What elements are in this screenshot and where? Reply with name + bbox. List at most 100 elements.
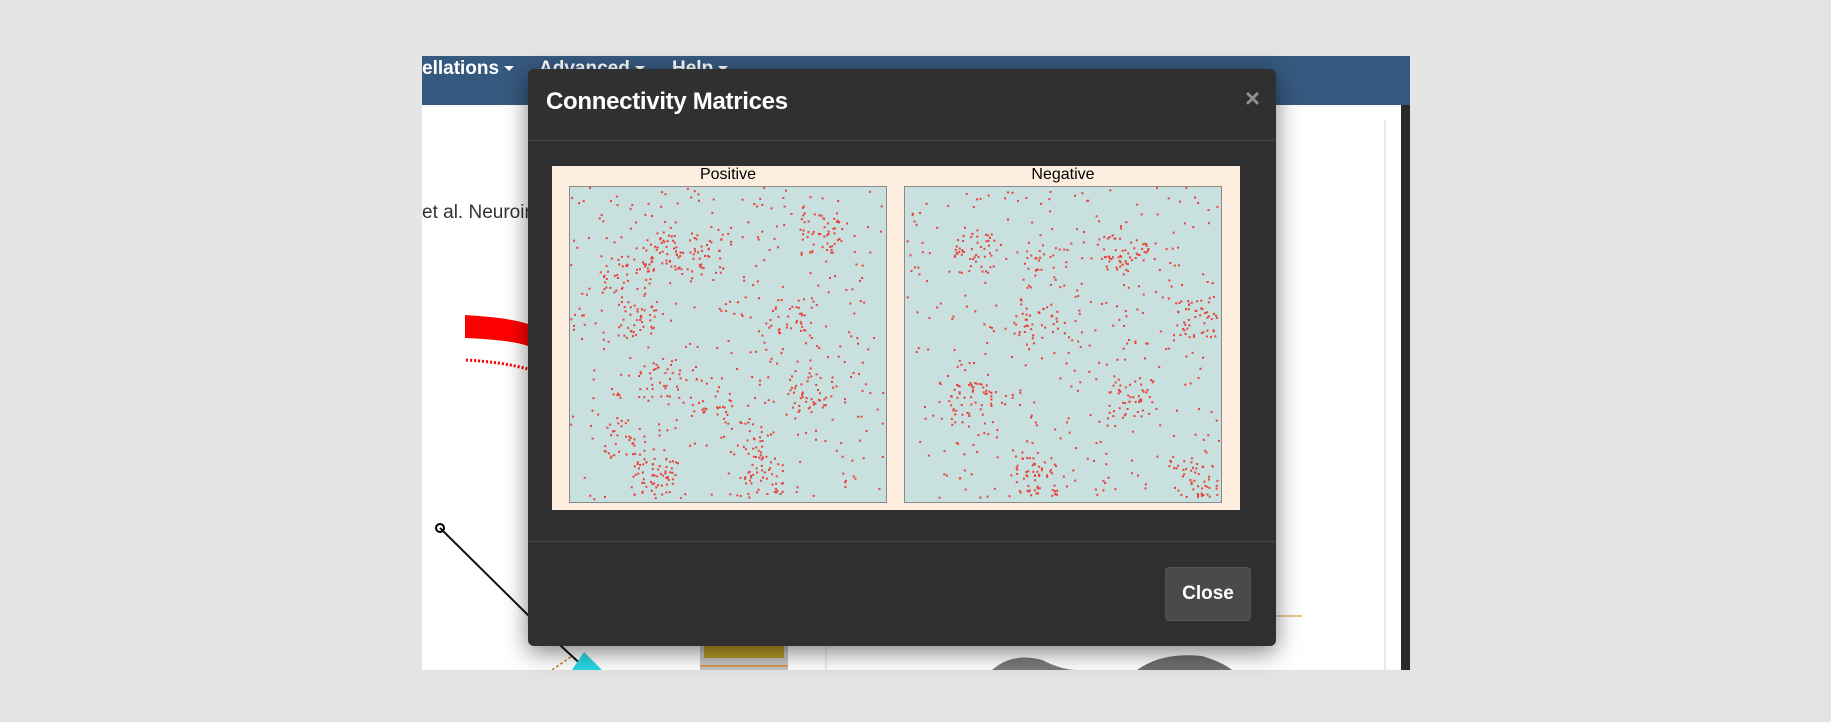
matrix-cell [1054,278,1057,281]
matrix-cell [981,413,984,416]
close-icon[interactable]: × [1245,85,1260,111]
matrix-cell [618,326,621,329]
matrix-cell [1204,312,1207,314]
matrix-cell [1216,205,1219,208]
matrix-cell [983,323,986,326]
matrix-cell [644,265,647,268]
matrix-cell [980,404,983,407]
matrix-cell [651,468,654,470]
close-button[interactable]: Close [1165,567,1251,621]
matrix-cell [1096,243,1099,246]
matrix-cell [827,230,830,233]
matrix-cell [639,453,641,456]
matrix-cell [1051,314,1054,317]
matrix-cell [715,271,717,274]
matrix-cell [990,395,993,398]
matrix-cell [719,271,722,274]
matrix-cell [655,486,658,489]
matrix-cell [1026,489,1029,492]
matrix-cell [662,231,665,234]
matrix-cell [974,401,977,404]
matrix-cell [642,246,645,249]
matrix-cell [750,482,753,485]
matrix-cell [996,456,999,459]
matrix-cell [676,254,678,256]
matrix-cell [581,292,584,295]
matrix-cell [1193,479,1196,482]
matrix-cell [669,226,672,229]
matrix-cell [919,440,922,443]
matrix-cell [774,457,776,460]
matrix-cell [1129,383,1132,386]
matrix-cell [989,266,992,269]
matrix-cell [1046,474,1049,477]
matrix-cell [806,236,809,239]
matrix-cell [642,261,645,264]
matrix-cell [635,221,637,224]
matrix-cell [618,263,621,266]
matrix-cell [763,187,766,190]
modal-header: Connectivity Matrices × [528,69,1276,141]
matrix-cell [760,458,763,461]
matrix-cell [853,250,856,253]
matrix-cell [990,233,993,236]
matrix-cell [781,464,784,467]
matrix-cell [792,406,794,409]
matrix-cell [1033,489,1036,492]
matrix-cell [618,450,621,453]
matrix-cell [718,249,721,252]
matrix-cell [1190,461,1193,464]
matrix-cell [999,244,1002,246]
matrix-cell [781,470,784,472]
matrix-cell [1114,381,1117,384]
matrix-cell [813,213,816,216]
matrix-cell [666,368,669,371]
matrix-cell [1042,307,1045,310]
matrix-cell [800,251,803,254]
matrix-cell [664,193,667,196]
modal-title: Connectivity Matrices [546,88,788,115]
matrix-cell [951,318,954,321]
matrix-cell [863,301,866,304]
matrix-cell [655,363,658,366]
matrix-cell [642,463,645,466]
matrix-cell [629,313,632,316]
matrix-cell [1167,347,1170,350]
matrix-cell [1043,253,1045,256]
matrix-cell [864,383,867,386]
matrix-cell [974,310,977,313]
matrix-cell [1080,282,1083,285]
matrix-cell [663,449,666,452]
matrix-cell [837,355,840,358]
matrix-cell [1145,342,1148,345]
matrix-cell [950,418,953,420]
matrix-cell [667,478,670,481]
matrix-cell [977,434,980,437]
matrix-cell [660,242,663,244]
matrix-cell [1197,202,1200,205]
matrix-cell [592,397,595,400]
matrix-cell [1175,302,1178,305]
matrix-cell [1187,318,1190,321]
matrix-cell [962,234,965,237]
matrix-cell [953,255,956,258]
matrix-cell [1144,483,1147,486]
matrix-cell [755,264,758,267]
matrix-cell [963,226,966,229]
matrix-cell [964,488,967,491]
matrix-cell [840,240,843,243]
matrix-cell [686,268,689,271]
matrix-cell [1051,489,1054,492]
matrix-cell [673,235,676,237]
matrix-cell [775,482,777,485]
matrix-cell [1030,414,1033,417]
matrix-cell [707,247,710,250]
matrix-cell [1184,323,1187,326]
matrix-cell [609,286,612,289]
matrix-cell [1019,298,1022,301]
matrix-cell [657,366,660,369]
matrix-cell [817,398,820,401]
matrix-cell [777,463,780,466]
matrix-cell [1027,485,1030,488]
matrix-cell [795,319,798,322]
